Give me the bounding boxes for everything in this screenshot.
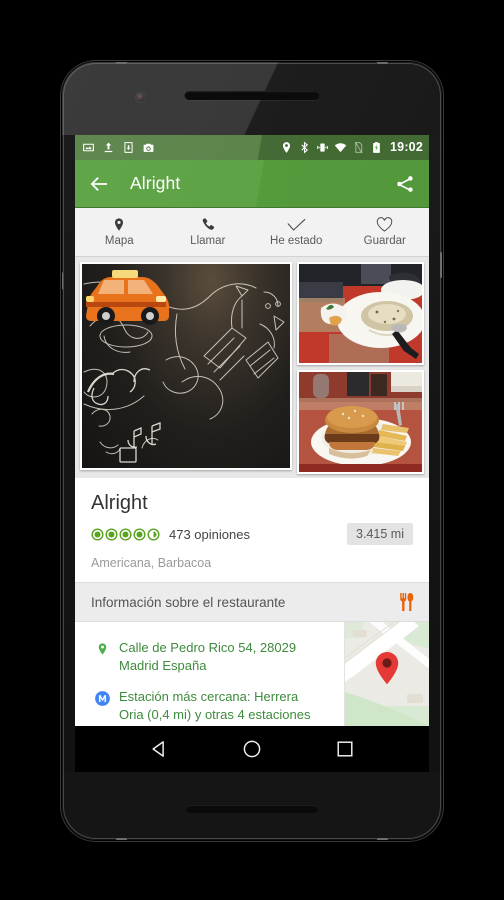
heart-icon [376,216,393,233]
back-arrow-icon[interactable] [88,173,110,195]
rice-dish-photo[interactable] [297,262,424,365]
distance-badge: 3.415 mi [347,523,413,545]
map-pin-icon [91,639,113,657]
address-row[interactable]: Calle de Pedro Rico 54, 28029 Madrid Esp… [75,633,344,682]
section-title: Información sobre el restaurante [91,594,286,610]
place-info-card: Alright 473 opiniones 3.415 mi Americana… [75,478,429,582]
action-tab-label: Guardar [363,235,406,248]
details-section: Calle de Pedro Rico 54, 28029 Madrid Esp… [75,622,429,741]
address-line-2: Madrid España [119,658,207,674]
frame-nub [116,838,127,840]
front-camera-icon [136,93,145,102]
status-bar-clock: 19:02 [390,140,423,155]
restaurant-info-section-header[interactable]: Información sobre el restaurante [75,582,429,622]
address-text: Calle de Pedro Rico 54, 28029 Madrid Esp… [113,639,296,676]
wifi-icon [334,143,347,153]
detail-list: Calle de Pedro Rico 54, 28029 Madrid Esp… [75,622,344,741]
burger-image [299,372,422,472]
restaurant-mural-photo[interactable] [80,262,292,470]
burger-fries-photo[interactable] [297,370,424,474]
nav-recents-icon[interactable] [334,738,356,760]
image-icon [83,143,94,152]
transit-line-2: Oria (0,4 mi) y otras 4 estaciones [119,707,311,723]
action-tab-label: He estado [270,235,323,248]
dish-image [299,264,422,363]
check-icon [287,216,306,233]
rating-circle-half [147,527,160,541]
place-categories: Americana, Barbacoa [91,556,212,570]
phone-device-frame: 19:02 Alright Mapa Llamar He estado Guar… [62,62,442,840]
address-line-1: Calle de Pedro Rico 54, 28029 [119,640,297,655]
sim-off-icon [355,142,363,153]
earpiece-speaker [184,91,320,100]
action-tab-label: Mapa [104,235,134,248]
android-nav-bar [75,726,429,772]
bottom-speaker [186,805,318,813]
phone-bottom-bezel [62,772,442,840]
volume-button[interactable] [62,272,63,290]
status-bar: 19:02 [75,135,429,160]
frame-nub [116,62,127,64]
action-tab-bar: Mapa Llamar He estado Guardar [75,208,429,257]
rating-circle-full [119,527,132,541]
battery-charging-icon [373,142,380,153]
transit-row[interactable]: Estación más cercana: Herrera Oria (0,4 … [75,682,344,731]
location-icon [282,142,291,153]
action-tab-he-estado[interactable]: He estado [252,208,341,256]
page-title: Alright [130,173,181,193]
vibrate-icon [317,143,328,152]
rating-circles [91,527,160,541]
phone-icon [200,216,216,233]
rating-circle-full [91,527,104,541]
map-pin-icon [112,216,126,233]
upload-icon [104,142,113,153]
app-toolbar: Alright [75,160,429,207]
metro-icon [91,688,113,707]
mural-artwork [82,264,290,468]
bluetooth-icon [301,141,309,154]
action-tab-llamar[interactable]: Llamar [164,208,253,256]
frame-nub [377,62,388,64]
nav-home-icon[interactable] [241,738,263,760]
review-count: 473 opiniones [169,526,250,542]
frame-nub [377,838,388,840]
action-tab-guardar[interactable]: Guardar [341,208,430,256]
action-tab-mapa[interactable]: Mapa [75,208,164,256]
phone-screen: 19:02 Alright Mapa Llamar He estado Guar… [75,135,429,772]
transit-text: Estación más cercana: Herrera Oria (0,4 … [113,688,310,725]
share-icon[interactable] [395,174,415,194]
phone-top-bezel [62,62,442,135]
map-thumbnail[interactable] [344,622,429,741]
rating-circle-full [105,527,118,541]
gallery-right-column [297,262,424,474]
nav-back-icon[interactable] [148,738,170,760]
rating-circle-full [133,527,146,541]
power-button[interactable] [440,252,442,278]
screenshot-icon [143,143,154,152]
action-tab-label: Llamar [190,235,226,248]
transit-line-1: Estación más cercana: Herrera [119,688,299,704]
rating-row: 473 opiniones 3.415 mi [91,523,413,545]
cutlery-icon [400,593,414,611]
download-icon [124,142,133,153]
place-name: Alright [91,492,148,514]
photo-gallery [75,257,429,478]
